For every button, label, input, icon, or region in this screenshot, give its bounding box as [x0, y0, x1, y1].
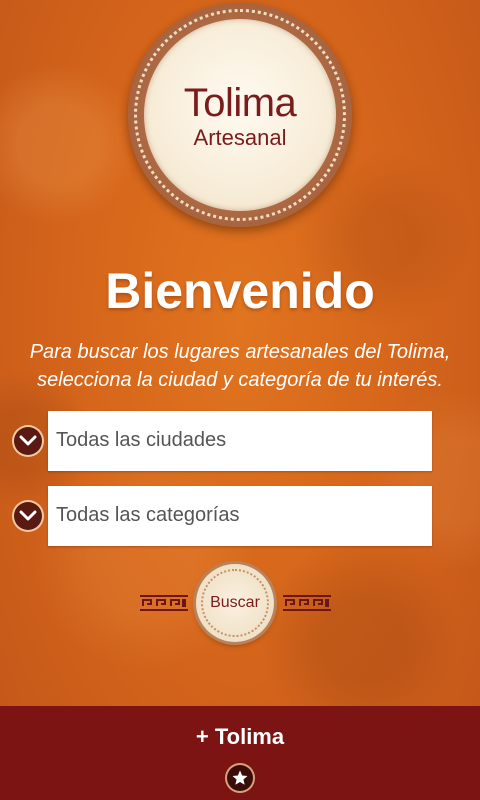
more-tolima-link[interactable]: + Tolima	[0, 724, 480, 750]
category-select-value: Todas las categorías	[56, 504, 240, 526]
logo-title: Tolima	[183, 81, 297, 125]
city-select-value: Todas las ciudades	[56, 429, 227, 451]
category-select[interactable]: Todas las categorías	[14, 486, 434, 546]
category-select-box[interactable]: Todas las categorías	[48, 486, 432, 546]
search-button-label: Buscar	[210, 594, 260, 611]
footer-bar: + Tolima	[0, 706, 480, 800]
chevron-down-icon[interactable]	[14, 427, 42, 455]
logo-subtitle: Artesanal	[193, 125, 287, 150]
city-select-box[interactable]: Todas las ciudades	[48, 411, 432, 471]
search-area: Buscar	[0, 562, 480, 644]
intro-text: Para buscar los lugares artesanales del …	[29, 341, 451, 391]
search-button[interactable]: Buscar	[196, 564, 274, 642]
chevron-down-icon[interactable]	[14, 502, 42, 530]
logo-badge: Tolima Artesanal	[128, 3, 352, 227]
fret-ornament-right-icon	[283, 595, 331, 611]
city-select[interactable]: Todas las ciudades	[14, 411, 434, 471]
star-icon[interactable]	[227, 765, 253, 791]
page-title: Bienvenido	[105, 263, 375, 319]
fret-ornament-left-icon	[140, 595, 188, 611]
